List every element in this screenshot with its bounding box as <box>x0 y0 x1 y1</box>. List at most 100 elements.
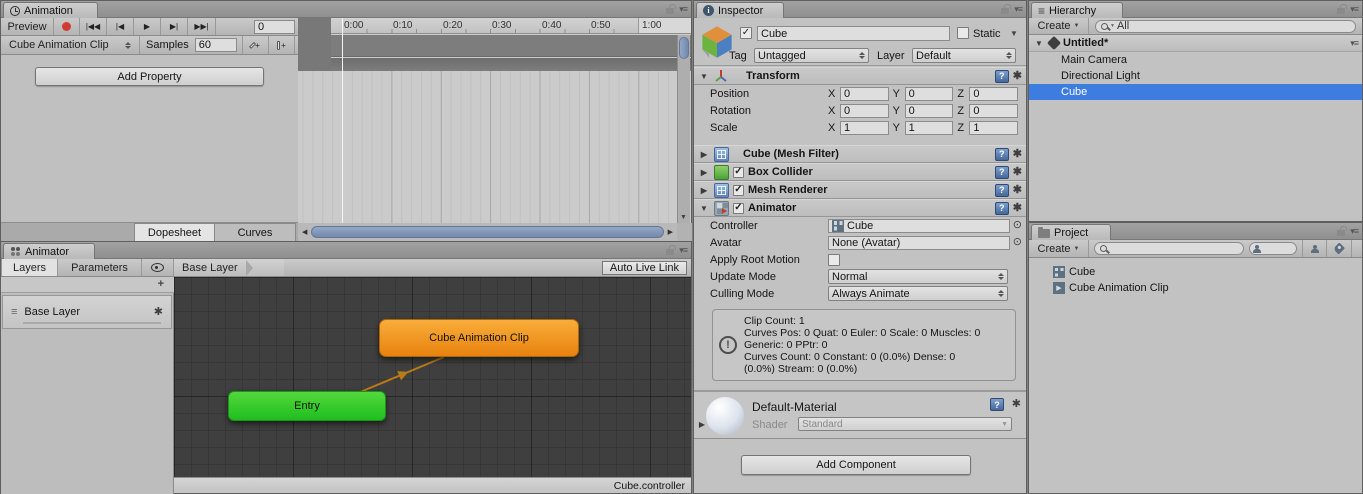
rotation-y-field[interactable]: 0 <box>905 104 954 118</box>
shader-dropdown[interactable]: Standard▼ <box>798 417 1012 431</box>
scene-menu-icon[interactable]: ▾≡ <box>1350 38 1362 49</box>
panel-menu-icon[interactable]: ▾≡ <box>1350 226 1358 237</box>
rotation-z-field[interactable]: 0 <box>969 104 1018 118</box>
horizontal-scrollbar-thumb[interactable] <box>311 226 663 238</box>
foldout-open-icon[interactable]: ▼ <box>698 204 710 213</box>
asset-item-cube-animation-clip[interactable]: ▶ Cube Animation Clip <box>1053 280 1362 296</box>
panel-menu-icon[interactable]: ▾≡ <box>1350 4 1358 15</box>
mesh-renderer-header[interactable]: ▶ ✓ Mesh Renderer ? ✱ <box>694 181 1026 199</box>
position-y-field[interactable]: 0 <box>905 87 954 101</box>
scene-row[interactable]: ▼ Untitled* ▾≡ <box>1029 35 1362 52</box>
lock-icon[interactable] <box>1337 230 1345 236</box>
lock-icon[interactable] <box>666 249 674 255</box>
layer-dropdown[interactable]: Default <box>912 48 1016 63</box>
samples-field[interactable]: 60 <box>195 38 237 52</box>
previous-frame-button[interactable]: |◀ <box>107 18 134 35</box>
tab-hierarchy[interactable]: ≡ Hierarchy <box>1031 2 1123 18</box>
scroll-left-arrow[interactable]: ◀ <box>298 228 311 236</box>
panel-menu-icon[interactable]: ▾≡ <box>679 245 687 256</box>
panel-menu-icon[interactable]: ▾≡ <box>679 4 687 15</box>
breadcrumb-base-layer[interactable]: Base Layer <box>174 259 284 276</box>
scale-z-field[interactable]: 1 <box>969 121 1018 135</box>
hierarchy-item-directional-light[interactable]: Directional Light <box>1029 68 1362 84</box>
scale-y-field[interactable]: 1 <box>905 121 954 135</box>
add-component-button[interactable]: Add Component <box>741 455 971 475</box>
active-checkbox[interactable]: ✓ <box>740 27 752 39</box>
avatar-object-field[interactable]: None (Avatar) <box>828 236 1010 250</box>
project-search-field[interactable] <box>1094 242 1244 255</box>
lock-icon[interactable] <box>666 8 674 14</box>
layer-item-base-layer[interactable]: ≡ Base Layer ✱ <box>2 295 172 329</box>
scale-x-field[interactable]: 1 <box>840 121 889 135</box>
help-icon[interactable]: ? <box>995 70 1009 83</box>
play-button[interactable]: ▶ <box>134 18 161 35</box>
transition-arrow[interactable] <box>174 277 691 477</box>
frame-field[interactable]: 0 <box>254 20 295 34</box>
gameobject-name-field[interactable]: Cube <box>757 26 950 41</box>
lock-icon[interactable] <box>1001 8 1009 14</box>
timeline-horizontal-scrollbar[interactable]: ◀ ▶ <box>298 223 677 241</box>
object-picker-icon[interactable]: ⊙ <box>1013 220 1022 231</box>
foldout-open-icon[interactable]: ▼ <box>1033 39 1045 48</box>
position-z-field[interactable]: 0 <box>969 87 1018 101</box>
settings-gear-icon[interactable]: ✱ <box>1013 185 1022 196</box>
animator-component-header[interactable]: ▼ ✓ Animator ? ✱ <box>694 199 1026 217</box>
tab-curves[interactable]: Curves <box>215 223 296 242</box>
state-node-cube-animation-clip[interactable]: Cube Animation Clip <box>379 319 579 357</box>
go-to-end-button[interactable]: ▶▶| <box>188 18 216 35</box>
hierarchy-item-main-camera[interactable]: Main Camera <box>1029 52 1362 68</box>
hierarchy-search-field[interactable]: ▼ All <box>1095 20 1356 33</box>
search-by-label-button[interactable] <box>1327 240 1352 257</box>
add-keyframe-button[interactable]: + <box>242 36 269 54</box>
component-enabled-checkbox[interactable]: ✓ <box>733 167 744 178</box>
settings-gear-icon[interactable]: ✱ <box>1012 399 1021 410</box>
tab-parameters[interactable]: Parameters <box>58 259 142 276</box>
go-to-start-button[interactable]: |◀◀ <box>80 18 107 35</box>
settings-gear-icon[interactable]: ✱ <box>1013 167 1022 178</box>
apply-root-motion-checkbox[interactable] <box>828 254 840 266</box>
tab-animator[interactable]: Animator <box>3 243 95 259</box>
timeline-ruler[interactable]: 0:00 0:10 0:20 0:30 0:40 0:50 1:00 <box>331 18 691 34</box>
vertical-scrollbar-thumb[interactable] <box>679 37 689 59</box>
settings-gear-icon[interactable]: ✱ <box>1013 203 1022 214</box>
foldout-open-icon[interactable]: ▼ <box>698 72 710 81</box>
add-property-button[interactable]: Add Property <box>35 67 264 86</box>
asset-item-cube-controller[interactable]: Cube <box>1053 264 1362 280</box>
next-frame-button[interactable]: ▶| <box>161 18 188 35</box>
help-icon[interactable]: ? <box>995 148 1009 161</box>
lock-icon[interactable] <box>1337 8 1345 14</box>
foldout-closed-icon[interactable]: ▶ <box>698 168 710 177</box>
tab-inspector[interactable]: i Inspector <box>696 2 784 18</box>
mesh-filter-header[interactable]: ▶ Cube (Mesh Filter) ? ✱ <box>694 145 1026 163</box>
component-enabled-checkbox[interactable]: ✓ <box>733 185 744 196</box>
controller-object-field[interactable]: Cube <box>828 219 1010 233</box>
culling-mode-dropdown[interactable]: Always Animate <box>828 286 1008 301</box>
hierarchy-item-cube-selected[interactable]: Cube <box>1029 84 1362 100</box>
create-button[interactable]: Create▼ <box>1029 240 1089 257</box>
dopesheet-area[interactable] <box>298 71 691 223</box>
component-enabled-checkbox[interactable]: ✓ <box>733 203 744 214</box>
foldout-closed-icon[interactable]: ▶ <box>698 150 710 159</box>
tab-project[interactable]: Project <box>1031 224 1111 240</box>
create-button[interactable]: Create▼ <box>1029 18 1089 34</box>
layer-settings-gear-icon[interactable]: ✱ <box>154 307 163 318</box>
foldout-closed-icon[interactable]: ▶ <box>698 186 710 195</box>
scroll-right-arrow[interactable]: ▶ <box>664 228 677 236</box>
object-picker-icon[interactable]: ⊙ <box>1013 237 1022 248</box>
static-checkbox[interactable] <box>957 27 969 39</box>
scroll-down-arrow[interactable]: ▼ <box>680 214 687 221</box>
preview-button[interactable]: Preview <box>1 18 54 35</box>
search-by-type-button[interactable] <box>1302 240 1327 257</box>
asset-store-search-field[interactable] <box>1249 242 1297 255</box>
tab-dopesheet[interactable]: Dopesheet <box>134 223 215 242</box>
update-mode-dropdown[interactable]: Normal <box>828 269 1008 284</box>
box-collider-header[interactable]: ▶ ✓ Box Collider ? ✱ <box>694 163 1026 181</box>
visibility-eye-button[interactable] <box>142 259 174 276</box>
transform-header[interactable]: ▼ Transform ? ✱ <box>694 67 1026 85</box>
panel-menu-icon[interactable]: ▾≡ <box>1014 4 1022 15</box>
settings-gear-icon[interactable]: ✱ <box>1013 71 1022 82</box>
help-icon[interactable]: ? <box>990 398 1004 411</box>
help-icon[interactable]: ? <box>995 184 1009 197</box>
search-filter-arrow[interactable]: ▼ <box>1110 23 1115 29</box>
settings-gear-icon[interactable]: ✱ <box>1013 149 1022 160</box>
